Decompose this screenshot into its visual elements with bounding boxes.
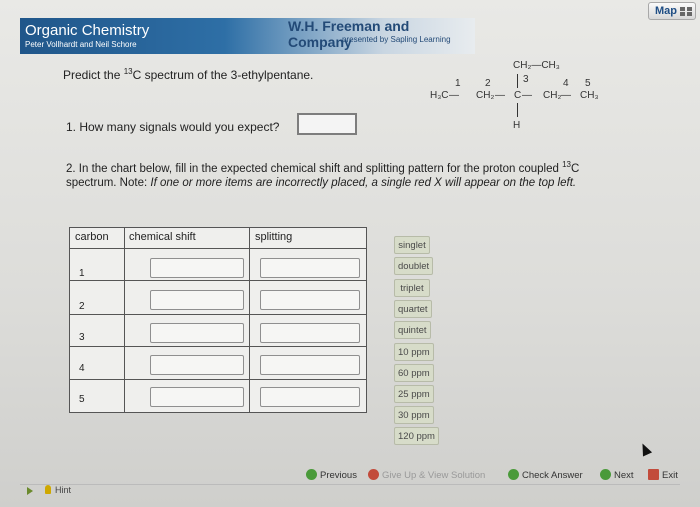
splitting-drop-5[interactable] xyxy=(260,387,360,407)
header-carbon: carbon xyxy=(75,231,109,243)
carbon-label-4: 4 xyxy=(79,363,85,374)
table-row xyxy=(70,280,366,281)
mol-bond-vertical-top xyxy=(517,74,518,88)
table-row xyxy=(70,248,366,249)
hint-arrow-icon xyxy=(27,487,33,495)
table-divider-2 xyxy=(249,228,250,412)
mol-num-2: 2 xyxy=(485,78,491,89)
map-grid-icon xyxy=(680,7,692,16)
mol-c1: H₃C xyxy=(430,90,449,101)
q2-line2: spectrum. Note: xyxy=(66,176,151,189)
tile-doublet[interactable]: doublet xyxy=(394,257,434,275)
tile-10-ppm[interactable]: 10 ppm xyxy=(394,343,434,361)
mol-c2: CH₂ xyxy=(476,90,495,101)
structure-3-ethylpentane: CH₂—CH₃ 3 1 2 4 5 H₃C — CH₂ — C — CH₂ — … xyxy=(425,60,625,140)
mol-bond-vertical-bottom xyxy=(517,103,518,117)
tile-120-ppm[interactable]: 120 ppm xyxy=(394,427,439,445)
publisher-name: W.H. Freeman and Company xyxy=(288,18,410,50)
prompt-pre: Predict the xyxy=(63,68,124,82)
give-up-icon xyxy=(368,469,379,480)
prompt-sup: 13 xyxy=(123,67,133,76)
question-2: 2. In the chart below, fill in the expec… xyxy=(66,158,636,190)
mouse-cursor-icon xyxy=(637,441,653,457)
q2-sup: 13 xyxy=(562,160,571,169)
mol-num-5: 5 xyxy=(585,78,591,89)
tile-quartet[interactable]: quartet xyxy=(394,300,432,318)
tile-25-ppm[interactable]: 25 ppm xyxy=(394,385,434,403)
carbon-label-2: 2 xyxy=(79,301,85,312)
header-chemical-shift: chemical shift xyxy=(129,231,196,243)
map-button[interactable]: Map xyxy=(648,2,696,20)
mol-num-1: 1 xyxy=(455,78,461,89)
exit-button[interactable]: Exit xyxy=(648,469,678,483)
lightbulb-icon xyxy=(45,485,51,494)
mol-h: H xyxy=(513,120,521,131)
course-title: Organic Chemistry xyxy=(25,22,150,39)
carbon-label-3: 3 xyxy=(79,332,85,343)
next-button[interactable]: Next xyxy=(600,469,634,483)
shift-drop-3[interactable] xyxy=(150,323,244,343)
mol-num-3: 3 xyxy=(523,74,529,85)
answer-table: carbon chemical shift splitting 1 2 3 4 … xyxy=(69,227,367,413)
table-divider-1 xyxy=(124,228,125,412)
mol-c3: C xyxy=(514,90,522,101)
q2-note: If one or more items are incorrectly pla… xyxy=(150,176,577,189)
mol-c5: CH₃ xyxy=(580,90,599,101)
course-authors: Peter Vollhardt and Neil Schore xyxy=(25,40,137,49)
tile-triplet[interactable]: triplet xyxy=(394,279,430,297)
previous-arrow-icon xyxy=(306,469,317,480)
map-label: Map xyxy=(655,5,677,17)
presented-by: presented by Sapling Learning xyxy=(342,35,451,44)
header-splitting: splitting xyxy=(255,231,293,243)
mol-num-4: 4 xyxy=(563,78,569,89)
previous-label: Previous xyxy=(320,470,357,481)
exit-icon xyxy=(648,469,659,480)
mol-top-ethyl: CH₂—CH₃ xyxy=(513,60,560,71)
shift-drop-2[interactable] xyxy=(150,290,244,310)
bottom-nav: Previous Give Up & View Solution Check A… xyxy=(300,466,700,486)
hint-button[interactable]: Hint xyxy=(55,485,71,495)
next-arrow-icon xyxy=(600,469,611,480)
prompt-post: C spectrum of the 3-ethylpentane. xyxy=(132,68,314,82)
give-up-button[interactable]: Give Up & View Solution xyxy=(368,469,485,483)
mol-bond-2-3: — xyxy=(495,90,505,101)
signals-count-input[interactable] xyxy=(297,113,357,135)
splitting-drop-4[interactable] xyxy=(260,355,360,375)
splitting-drop-1[interactable] xyxy=(260,258,360,278)
question-1: 1. How many signals would you expect? xyxy=(66,120,280,134)
q2-c: C xyxy=(570,162,580,175)
hint-bar xyxy=(20,484,680,499)
shift-drop-4[interactable] xyxy=(150,355,244,375)
mol-c4: CH₂ xyxy=(543,90,562,101)
screen: Organic Chemistry Peter Vollhardt and Ne… xyxy=(0,0,700,507)
splitting-drop-2[interactable] xyxy=(260,290,360,310)
previous-button[interactable]: Previous xyxy=(306,469,357,483)
tile-60-ppm[interactable]: 60 ppm xyxy=(394,364,434,382)
mol-bond-3-4: — xyxy=(522,90,532,101)
tile-singlet[interactable]: singlet xyxy=(394,236,430,254)
check-icon xyxy=(508,469,519,480)
give-up-label: Give Up & View Solution xyxy=(382,470,486,481)
check-answer-button[interactable]: Check Answer xyxy=(508,469,583,483)
exit-label: Exit xyxy=(662,470,678,481)
shift-drop-1[interactable] xyxy=(150,258,244,278)
mol-bond-4-5: — xyxy=(561,90,571,101)
splitting-drop-3[interactable] xyxy=(260,323,360,343)
table-row xyxy=(70,346,366,347)
q2-line1: 2. In the chart below, fill in the expec… xyxy=(66,162,563,175)
check-label: Check Answer xyxy=(522,470,583,481)
table-row xyxy=(70,379,366,380)
carbon-label-1: 1 xyxy=(79,268,85,279)
shift-drop-5[interactable] xyxy=(150,387,244,407)
carbon-label-5: 5 xyxy=(79,394,85,405)
tile-30-ppm[interactable]: 30 ppm xyxy=(394,406,434,424)
tile-quintet[interactable]: quintet xyxy=(394,321,431,339)
question-prompt: Predict the 13C spectrum of the 3-ethylp… xyxy=(63,67,313,82)
table-row xyxy=(70,314,366,315)
header-banner: Organic Chemistry Peter Vollhardt and Ne… xyxy=(20,18,475,54)
mol-bond-1-2: — xyxy=(449,90,459,101)
next-label: Next xyxy=(614,470,634,481)
